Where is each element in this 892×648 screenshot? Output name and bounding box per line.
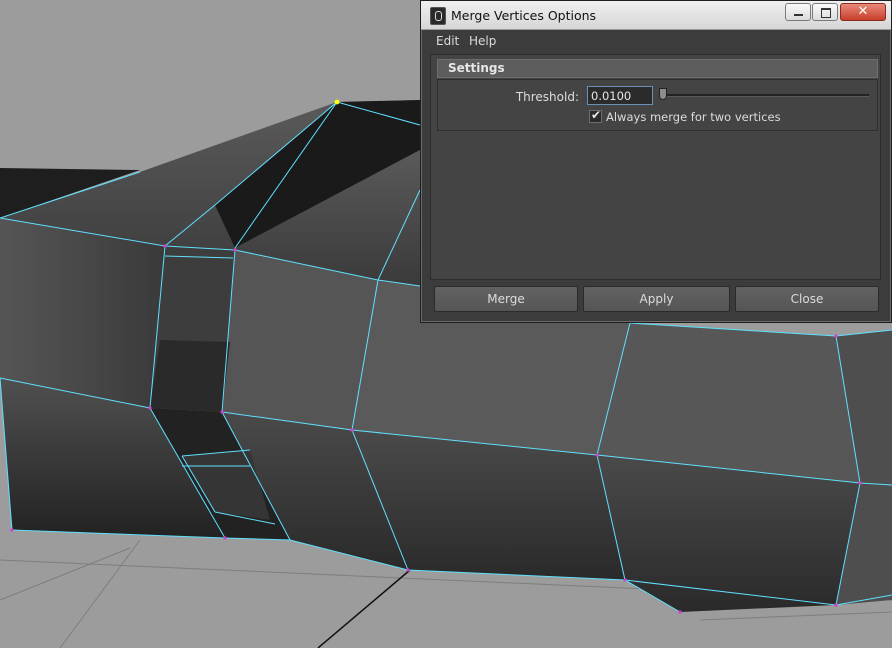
settings-section-body: Threshold: ✔ Always merge for two vertic… xyxy=(437,79,878,131)
close-window-button[interactable]: ✕ xyxy=(840,3,886,21)
apply-button[interactable]: Apply xyxy=(583,286,730,312)
minimize-button[interactable] xyxy=(785,3,811,21)
close-icon: ✕ xyxy=(857,4,869,19)
threshold-label: Threshold: xyxy=(515,90,579,104)
selected-vertex xyxy=(334,99,340,105)
menu-edit[interactable]: Edit xyxy=(436,34,459,48)
merge-vertices-dialog: Merge Vertices Options ✕ Edit Help Setti… xyxy=(420,0,892,323)
floor-axis-line xyxy=(317,569,411,648)
settings-section-header[interactable]: Settings xyxy=(437,59,878,78)
merge-button[interactable]: Merge xyxy=(434,286,578,312)
menu-bar: Edit Help xyxy=(421,30,891,52)
close-button[interactable]: Close xyxy=(735,286,879,312)
maya-app-icon xyxy=(430,7,446,25)
threshold-input[interactable] xyxy=(587,86,653,105)
always-merge-label[interactable]: Always merge for two vertices xyxy=(606,110,781,124)
options-panel: Settings Threshold: ✔ Always merge for t… xyxy=(430,54,881,280)
checkmark-icon: ✔ xyxy=(591,108,602,122)
maximize-button[interactable] xyxy=(812,3,838,21)
settings-section-title: Settings xyxy=(448,61,505,75)
always-merge-checkbox[interactable]: ✔ xyxy=(589,108,602,123)
menu-help[interactable]: Help xyxy=(469,34,496,48)
window-title: Merge Vertices Options xyxy=(451,8,597,23)
threshold-slider-track[interactable] xyxy=(661,94,869,97)
threshold-slider-handle[interactable] xyxy=(659,88,667,100)
title-bar[interactable]: Merge Vertices Options ✕ xyxy=(421,1,891,30)
